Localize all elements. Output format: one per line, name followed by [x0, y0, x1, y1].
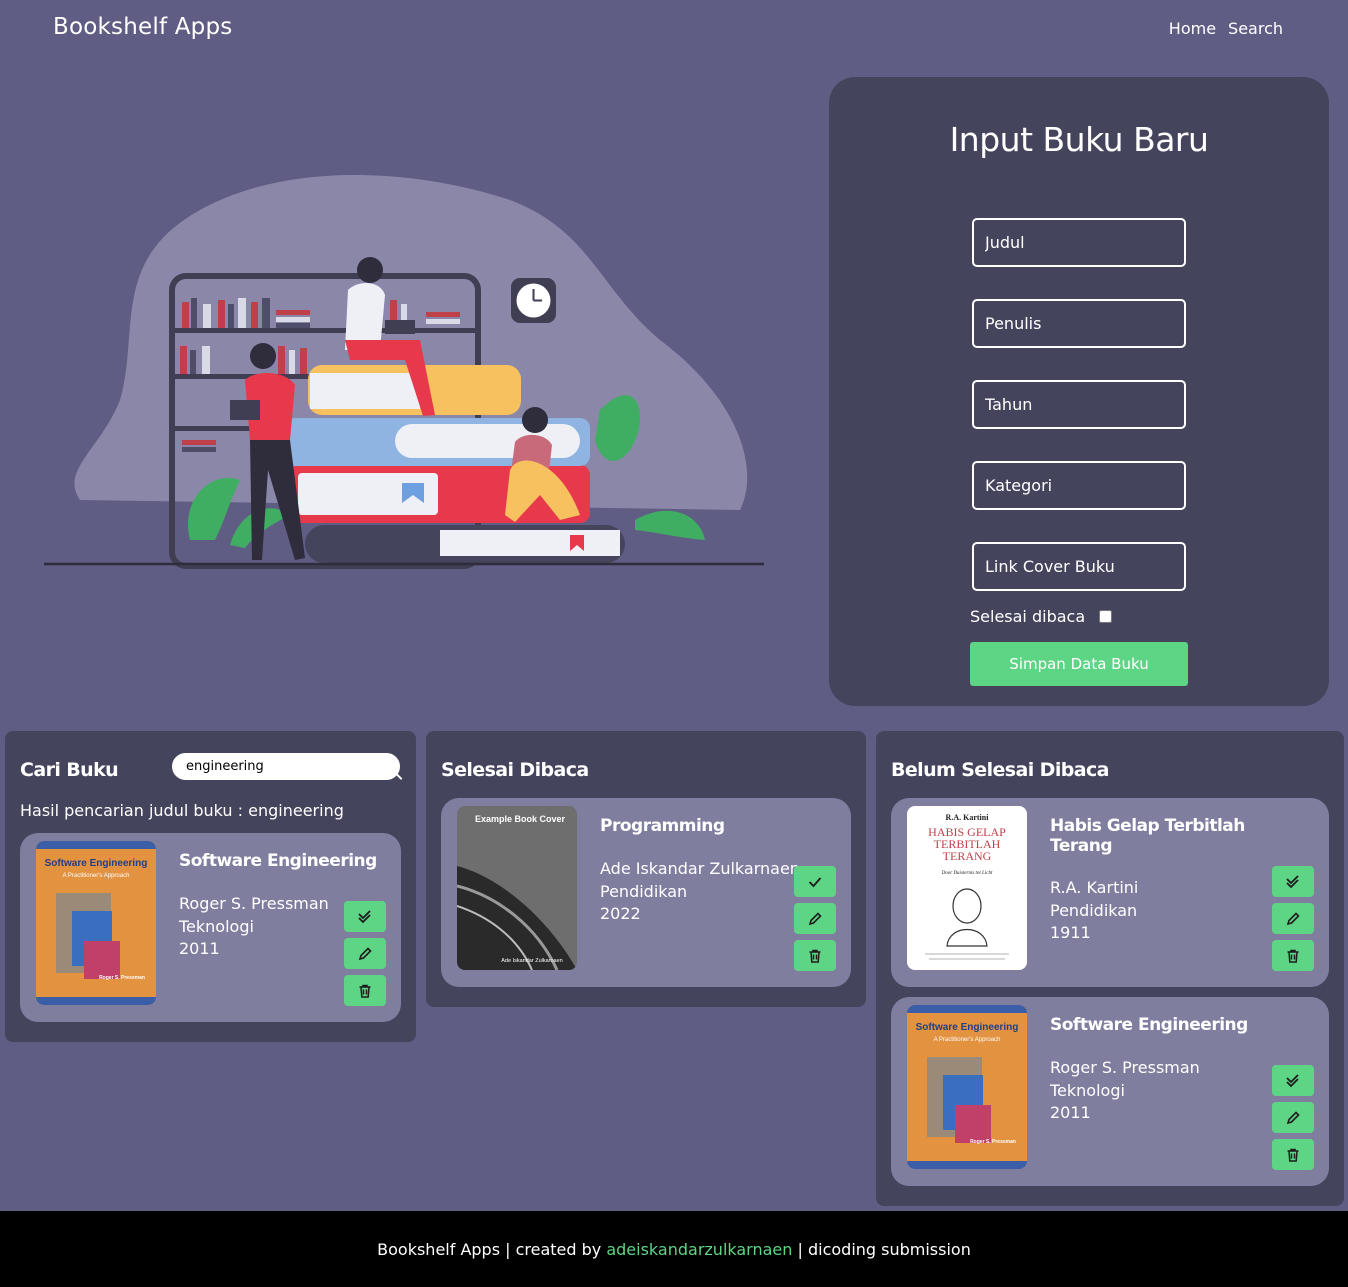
- book-title: Programming: [600, 816, 725, 836]
- delete-button[interactable]: [344, 975, 386, 1006]
- pencil-icon: [1286, 911, 1300, 925]
- title-field[interactable]: [972, 218, 1186, 267]
- book-category: Teknologi: [179, 916, 254, 936]
- svg-text:Roger S. Pressman: Roger S. Pressman: [99, 975, 145, 981]
- svg-text:Example Book Cover: Example Book Cover: [475, 814, 566, 824]
- book-meta: Roger S. Pressman Teknologi 2011: [1050, 1057, 1200, 1125]
- mark-finished-button[interactable]: [344, 901, 386, 932]
- check-double-icon: [358, 909, 371, 923]
- svg-text:A Practitioner's Approach: A Practitioner's Approach: [63, 873, 130, 879]
- book-category: Teknologi: [1050, 1080, 1125, 1100]
- save-book-button[interactable]: Simpan Data Buku: [970, 642, 1188, 686]
- top-bar: Bookshelf Apps Home Search: [0, 0, 1348, 60]
- book-card: Example Book Cover Ade Iskandar Zulkarna…: [441, 798, 851, 987]
- book-cover: Software Engineering A Practitioner's Ap…: [907, 1005, 1027, 1169]
- mark-finished-button[interactable]: [1272, 866, 1314, 897]
- nav-search-link[interactable]: Search: [1228, 19, 1283, 38]
- finished-panel: Selesai Dibaca Example Book Cover Ade Is…: [426, 731, 866, 1007]
- cover-title-text: HABIS GELAP TERBITLAH TERANG: [928, 826, 1006, 863]
- cover-programming: Example Book Cover Ade Iskandar Zulkarna…: [457, 806, 577, 970]
- hero-illustration: [44, 175, 764, 569]
- svg-text:Software Engineering: Software Engineering: [45, 858, 148, 869]
- trash-icon: [359, 984, 371, 998]
- book-author: Roger S. Pressman: [179, 894, 329, 913]
- delete-button[interactable]: [794, 940, 836, 971]
- edit-button[interactable]: [344, 938, 386, 969]
- finished-panel-title: Selesai Dibaca: [441, 759, 589, 781]
- book-author: Ade Iskandar Zulkarnaen: [600, 859, 800, 878]
- pencil-icon: [808, 911, 822, 925]
- trash-icon: [809, 949, 821, 963]
- book-cover: Example Book Cover Ade Iskandar Zulkarna…: [457, 806, 577, 970]
- app-title: Bookshelf Apps: [53, 14, 233, 40]
- nav-home-link[interactable]: Home: [1169, 19, 1216, 38]
- search-panel: Cari Buku Hasil pencarian judul buku : e…: [5, 731, 416, 1042]
- check-double-icon: [1286, 1073, 1299, 1087]
- book-card: Software Engineering A Practitioner's Ap…: [20, 833, 401, 1022]
- svg-text:Ade Iskandar Zulkarnaen: Ade Iskandar Zulkarnaen: [501, 958, 562, 964]
- trash-icon: [1287, 1148, 1299, 1162]
- edit-button[interactable]: [1272, 1102, 1314, 1133]
- book-title: Habis Gelap Terbitlah Terang: [1050, 816, 1245, 856]
- book-title: Software Engineering: [1050, 1015, 1248, 1035]
- search-input[interactable]: [172, 753, 400, 780]
- category-field[interactable]: [972, 461, 1186, 510]
- search-result-label: Hasil pencarian judul buku : engineering: [20, 801, 344, 820]
- svg-text:Roger S. Pressman: Roger S. Pressman: [970, 1139, 1016, 1145]
- footer-prefix: Bookshelf Apps | created by: [377, 1240, 607, 1259]
- input-book-panel: Input Buku Baru Selesai dibaca Simpan Da…: [829, 77, 1329, 706]
- pencil-icon: [1286, 1110, 1300, 1124]
- book-meta: Roger S. Pressman Teknologi 2011: [179, 893, 329, 961]
- year-field[interactable]: [972, 380, 1186, 429]
- book-meta: R.A. Kartini Pendidikan 1911: [1050, 877, 1138, 945]
- book-year: 2011: [1050, 1103, 1091, 1122]
- unfinished-panel-title: Belum Selesai Dibaca: [891, 759, 1109, 781]
- edit-button[interactable]: [1272, 903, 1314, 934]
- delete-button[interactable]: [1272, 940, 1314, 971]
- search-panel-title: Cari Buku: [20, 759, 119, 781]
- author-field[interactable]: [972, 299, 1186, 348]
- main-nav: Home Search: [1169, 19, 1283, 38]
- book-card: R.A. Kartini HABIS GELAP TERBITLAH TERAN…: [891, 798, 1329, 987]
- book-title: Software Engineering: [179, 851, 377, 871]
- book-cover: Software Engineering A Practitioner's Ap…: [36, 841, 156, 1005]
- author-link[interactable]: adeiskandarzulkarnaen: [606, 1240, 792, 1259]
- book-year: 1911: [1050, 923, 1091, 942]
- mark-unfinished-button[interactable]: [794, 866, 836, 897]
- book-author: R.A. Kartini: [1050, 878, 1139, 897]
- svg-text:Software Engineering: Software Engineering: [916, 1022, 1019, 1033]
- footer-suffix: | dicoding submission: [792, 1240, 971, 1259]
- cover-habis-gelap: R.A. Kartini HABIS GELAP TERBITLAH TERAN…: [907, 806, 1027, 970]
- pencil-icon: [358, 946, 372, 960]
- finished-row: Selesai dibaca: [970, 607, 1113, 626]
- svg-text:A Practitioner's Approach: A Practitioner's Approach: [934, 1037, 1001, 1043]
- cover-software-engineering: Software Engineering A Practitioner's Ap…: [36, 841, 156, 1005]
- book-cover: R.A. Kartini HABIS GELAP TERBITLAH TERAN…: [907, 806, 1027, 970]
- unfinished-panel: Belum Selesai Dibaca R.A. Kartini HABIS …: [876, 731, 1344, 1206]
- finished-checkbox[interactable]: [1099, 610, 1113, 623]
- check-icon: [808, 876, 822, 887]
- book-category: Pendidikan: [600, 881, 688, 901]
- edit-button[interactable]: [794, 903, 836, 934]
- mark-finished-button[interactable]: [1272, 1065, 1314, 1096]
- book-year: 2011: [179, 939, 220, 958]
- book-meta: Ade Iskandar Zulkarnaen Pendidikan 2022: [600, 858, 800, 926]
- book-year: 2022: [600, 904, 641, 923]
- footer: Bookshelf Apps | created by adeiskandarz…: [0, 1211, 1348, 1287]
- book-category: Pendidikan: [1050, 900, 1138, 920]
- cover-software-engineering: Software Engineering A Practitioner's Ap…: [907, 1005, 1027, 1169]
- delete-button[interactable]: [1272, 1139, 1314, 1170]
- book-card: Software Engineering A Practitioner's Ap…: [891, 997, 1329, 1186]
- cover-link-field[interactable]: [972, 542, 1186, 591]
- check-double-icon: [1286, 874, 1299, 888]
- form-title: Input Buku Baru: [949, 120, 1209, 159]
- book-author: Roger S. Pressman: [1050, 1058, 1200, 1077]
- svg-text:R.A. Kartini: R.A. Kartini: [946, 813, 990, 822]
- trash-icon: [1287, 949, 1299, 963]
- svg-text:Door Duisternis tot Licht: Door Duisternis tot Licht: [941, 871, 993, 876]
- finished-label: Selesai dibaca: [970, 607, 1086, 626]
- wall-clock: [511, 278, 556, 323]
